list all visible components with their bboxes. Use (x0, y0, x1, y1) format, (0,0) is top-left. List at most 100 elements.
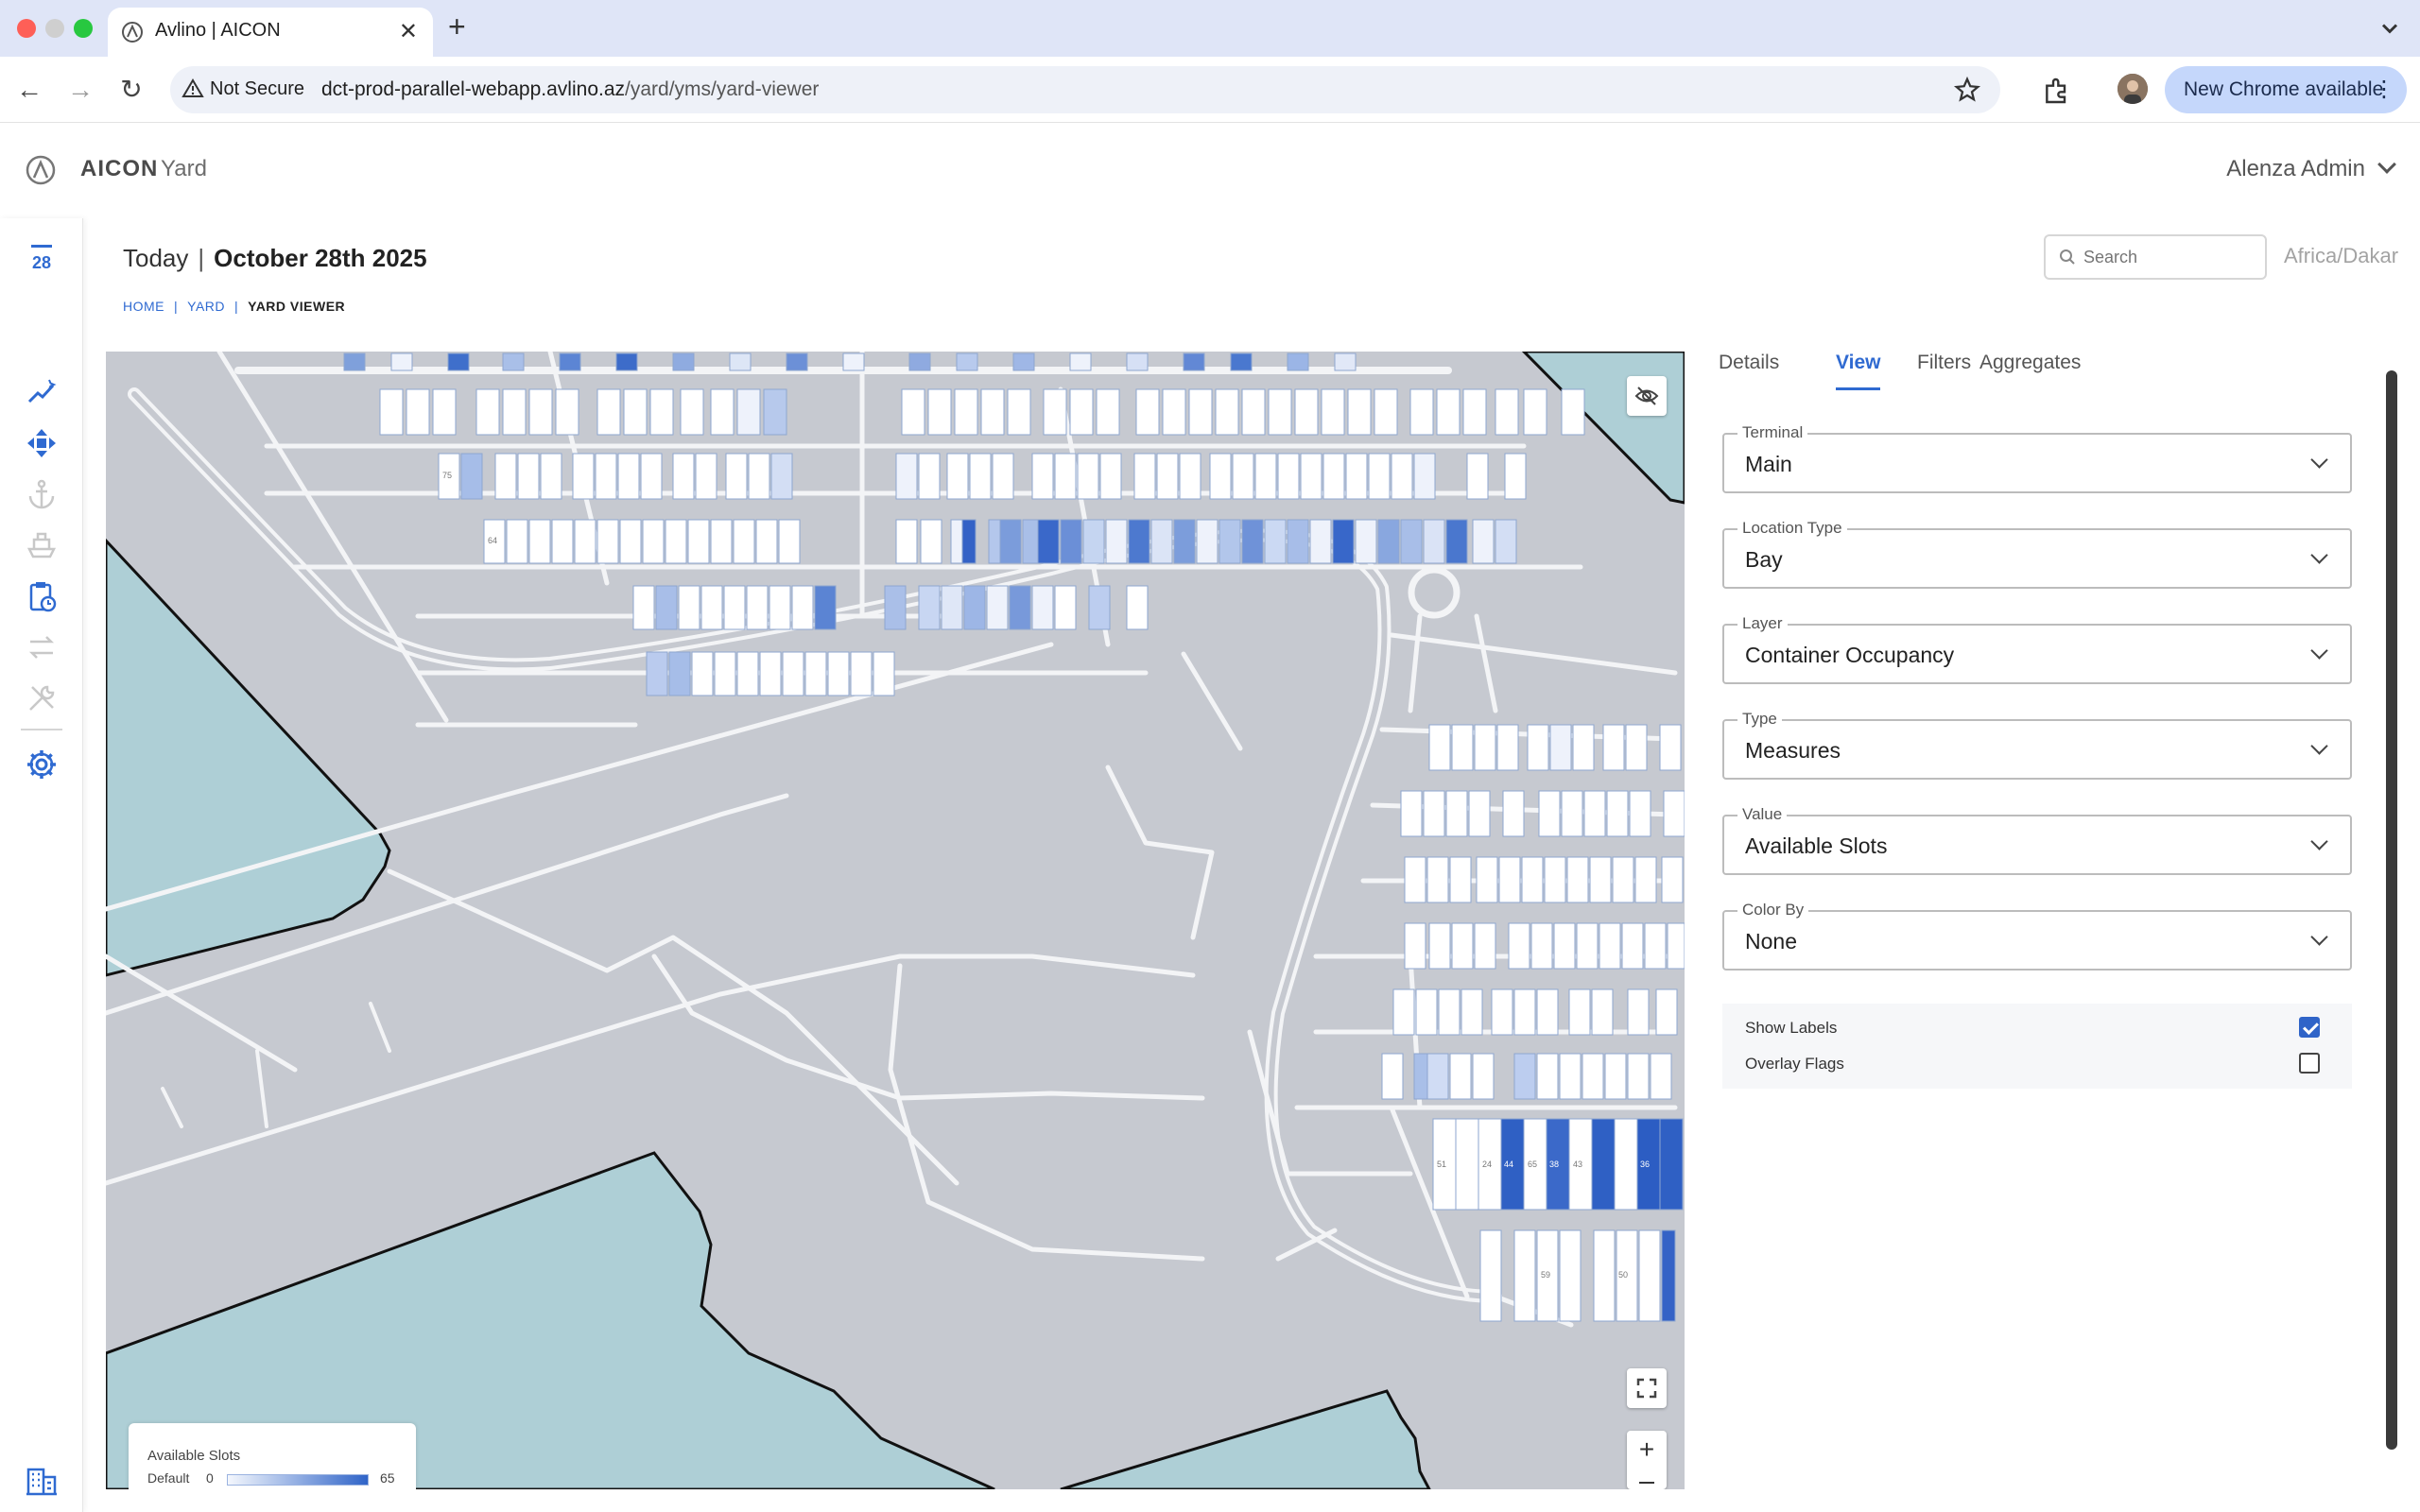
bay-label: 38 (1549, 1160, 1559, 1169)
bay-label: 44 (1504, 1160, 1513, 1169)
bay-label: 75 (442, 471, 452, 480)
tab-aggregates[interactable]: Aggregates (1979, 352, 2081, 387)
tab-search-chevron-icon[interactable] (2377, 15, 2403, 42)
fullscreen-button[interactable] (1627, 1368, 1667, 1408)
more-vertical-icon[interactable]: ⋮ (2373, 76, 2395, 103)
transfer-arrows-icon[interactable] (25, 630, 59, 664)
date-header: Today | October 28th 2025 (123, 244, 427, 272)
legend-row-label: Default (147, 1470, 190, 1486)
view-settings-panel: Details View Filters Aggregates Terminal… (1702, 352, 2382, 1489)
warning-triangle-icon (182, 78, 204, 97)
anchor-icon[interactable] (25, 477, 59, 511)
bay-label: 36 (1640, 1160, 1650, 1169)
breadcrumb: HOME | YARD | YARD VIEWER (123, 299, 346, 314)
legend-gradient (227, 1474, 369, 1486)
rail-divider (21, 729, 62, 730)
aicon-logo-icon[interactable] (25, 154, 57, 186)
layer-label: Layer (1737, 614, 1788, 633)
address-bar[interactable]: Not Secure dct-prod-parallel-webapp.avli… (170, 66, 2000, 113)
terminal-label: Terminal (1737, 423, 1808, 442)
new-tab-icon[interactable]: + (448, 11, 466, 42)
search-input[interactable] (2083, 246, 2254, 268)
bookmark-star-icon[interactable] (1953, 76, 1981, 104)
bay-label: 65 (1528, 1160, 1537, 1169)
legend-min: 0 (206, 1470, 214, 1486)
tab-filters[interactable]: Filters (1917, 352, 1971, 387)
chevron-down-icon (2310, 833, 2328, 850)
module-name: Yard (161, 156, 207, 181)
fullscreen-icon (1636, 1378, 1657, 1399)
hide-layer-button[interactable] (1627, 376, 1667, 416)
bay-row-6 (646, 651, 895, 696)
water-southeast (1060, 1389, 1431, 1489)
overlay-flags-label: Overlay Flags (1745, 1055, 1844, 1073)
not-secure-label[interactable]: Not Secure (210, 78, 304, 100)
chevron-down-icon (2310, 737, 2328, 755)
yard-map[interactable]: 44 38 36 75 64 51 24 65 43 50 59 + Avail… (106, 352, 1685, 1489)
show-labels-checkbox[interactable] (2299, 1017, 2320, 1038)
forward-arrow-icon[interactable]: → (64, 74, 96, 106)
clipboard-schedule-icon[interactable] (25, 579, 59, 613)
settings-gear-icon[interactable] (25, 747, 59, 782)
bay-label: 24 (1482, 1160, 1492, 1169)
search-field[interactable] (2044, 234, 2267, 280)
calendar-today-button[interactable]: 28 (25, 245, 59, 283)
app-header: AICON Yard Alenza Admin (0, 124, 2420, 218)
browser-tab[interactable]: Avlino | AICON ✕ (108, 8, 433, 57)
tab-details[interactable]: Details (1719, 352, 1779, 387)
reload-icon[interactable]: ↻ (115, 74, 147, 106)
water-northeast (1521, 352, 1685, 505)
overlay-flags-checkbox[interactable] (2299, 1053, 2320, 1074)
back-arrow-icon[interactable]: ← (13, 74, 45, 106)
building-icon[interactable] (25, 1464, 59, 1498)
eye-off-icon (1634, 387, 1659, 405)
breadcrumb-current: YARD VIEWER (248, 299, 346, 314)
user-name: Alenza Admin (2226, 156, 2365, 181)
bay-label: 64 (488, 536, 497, 545)
panel-scrollbar[interactable] (2386, 370, 2397, 1450)
tab-view[interactable]: View (1836, 352, 1881, 390)
tools-icon[interactable] (25, 681, 59, 715)
yard-map-canvas[interactable]: 44 38 36 75 64 51 24 65 43 50 59 (106, 352, 1685, 1489)
close-tab-icon[interactable]: ✕ (399, 18, 418, 45)
current-date: October 28th 2025 (214, 244, 427, 272)
zoom-out-icon[interactable] (1639, 1482, 1654, 1484)
breadcrumb-yard[interactable]: YARD (187, 299, 225, 314)
window-minimize-button[interactable] (45, 19, 64, 38)
timezone-label: Africa/Dakar (2284, 244, 2399, 267)
color-by-select[interactable]: Color By None (1722, 901, 2352, 971)
chevron-down-icon (2310, 451, 2328, 469)
value-select[interactable]: Value Available Slots (1722, 805, 2352, 875)
location-type-label: Location Type (1737, 519, 1847, 538)
window-close-button[interactable] (17, 19, 36, 38)
display-options: Show Labels Overlay Flags (1722, 1004, 2352, 1089)
url-path: /yard/yms/yard-viewer (625, 78, 820, 100)
new-chrome-available-button[interactable]: New Chrome available ⋮ (2165, 66, 2407, 113)
analytics-wand-icon[interactable] (25, 375, 59, 409)
url-host: dct-prod-parallel-webapp.avlino.az (321, 78, 626, 100)
color-by-value: None (1745, 929, 1797, 954)
window-zoom-button[interactable] (74, 19, 93, 38)
map-legend: Available Slots Default 0 65 (129, 1423, 416, 1489)
vessel-icon[interactable] (25, 528, 59, 562)
user-menu[interactable]: Alenza Admin (2226, 155, 2396, 182)
bay-east-blocks (1381, 724, 1685, 1100)
extensions-puzzle-icon[interactable] (2042, 76, 2072, 106)
water-west (106, 538, 391, 977)
profile-avatar[interactable] (2118, 74, 2148, 104)
yard-move-icon[interactable] (25, 426, 59, 460)
terminal-value: Main (1745, 452, 1792, 476)
url-text[interactable]: dct-prod-parallel-webapp.avlino.az/yard/… (321, 78, 819, 101)
chevron-down-icon (2310, 642, 2328, 660)
value-value: Available Slots (1745, 833, 1888, 858)
layer-select[interactable]: Layer Container Occupancy (1722, 614, 2352, 684)
location-type-select[interactable]: Location Type Bay (1722, 519, 2352, 589)
breadcrumb-home[interactable]: HOME (123, 299, 164, 314)
type-select[interactable]: Type Measures (1722, 710, 2352, 780)
browser-tab-bar: Avlino | AICON ✕ + (0, 0, 2420, 57)
color-by-label: Color By (1737, 901, 1809, 919)
terminal-select[interactable]: Terminal Main (1722, 423, 2352, 493)
update-label: New Chrome available (2184, 78, 2384, 100)
zoom-in-icon[interactable]: + (1627, 1431, 1667, 1470)
bay-label: 51 (1437, 1160, 1446, 1169)
